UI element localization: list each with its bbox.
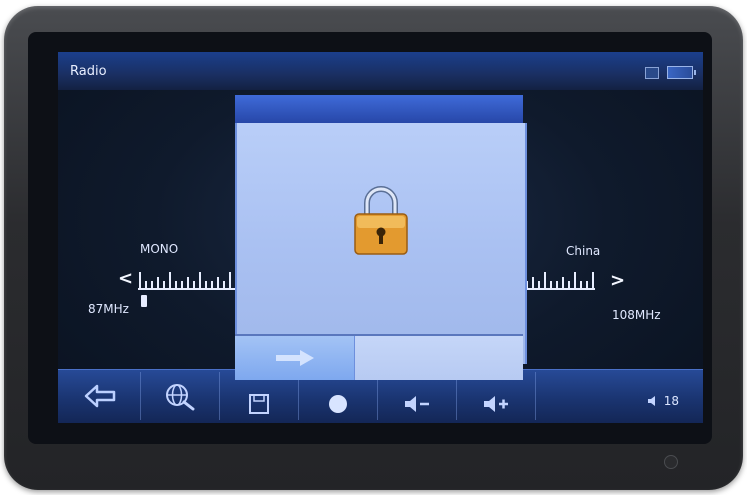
unlock-confirm-button[interactable] bbox=[235, 336, 355, 380]
record-icon bbox=[329, 395, 347, 413]
frequency-ruler-left bbox=[138, 268, 236, 290]
dialog-button-row bbox=[235, 336, 523, 380]
back-button[interactable] bbox=[60, 372, 141, 420]
scan-globe-icon bbox=[166, 384, 195, 411]
home-button[interactable] bbox=[664, 455, 678, 469]
region-label: China bbox=[566, 244, 601, 258]
frequency-ruler-right bbox=[523, 268, 595, 290]
volume-down-icon bbox=[405, 396, 429, 412]
dialog-header bbox=[235, 95, 523, 123]
lock-status-icon bbox=[645, 67, 659, 79]
mode-label: MONO bbox=[140, 242, 179, 256]
min-frequency-label: 87MHz bbox=[88, 302, 129, 316]
radio-screen: Radio MONO China < > 87MHz 108MHz 18 bbox=[58, 52, 703, 423]
scan-button[interactable] bbox=[141, 372, 220, 420]
back-arrow-icon bbox=[84, 384, 116, 408]
confirm-arrow-icon bbox=[275, 350, 314, 366]
tuning-needle[interactable] bbox=[141, 295, 147, 307]
max-frequency-label: 108MHz bbox=[612, 308, 661, 322]
volume-level: 18 bbox=[663, 394, 679, 408]
page-title: Radio bbox=[70, 64, 107, 79]
volume-indicator: 18 bbox=[536, 372, 701, 420]
volume-up-icon bbox=[484, 396, 508, 412]
save-icon bbox=[249, 394, 269, 414]
speaker-icon bbox=[647, 396, 655, 406]
next-station-button[interactable]: > bbox=[610, 270, 625, 291]
lock-icon bbox=[351, 183, 411, 257]
prev-station-button[interactable]: < bbox=[118, 268, 133, 289]
keylock-dialog bbox=[235, 123, 527, 364]
battery-icon bbox=[667, 66, 696, 79]
title-bar: Radio bbox=[58, 52, 703, 90]
dialog-secondary-button[interactable] bbox=[355, 336, 523, 380]
